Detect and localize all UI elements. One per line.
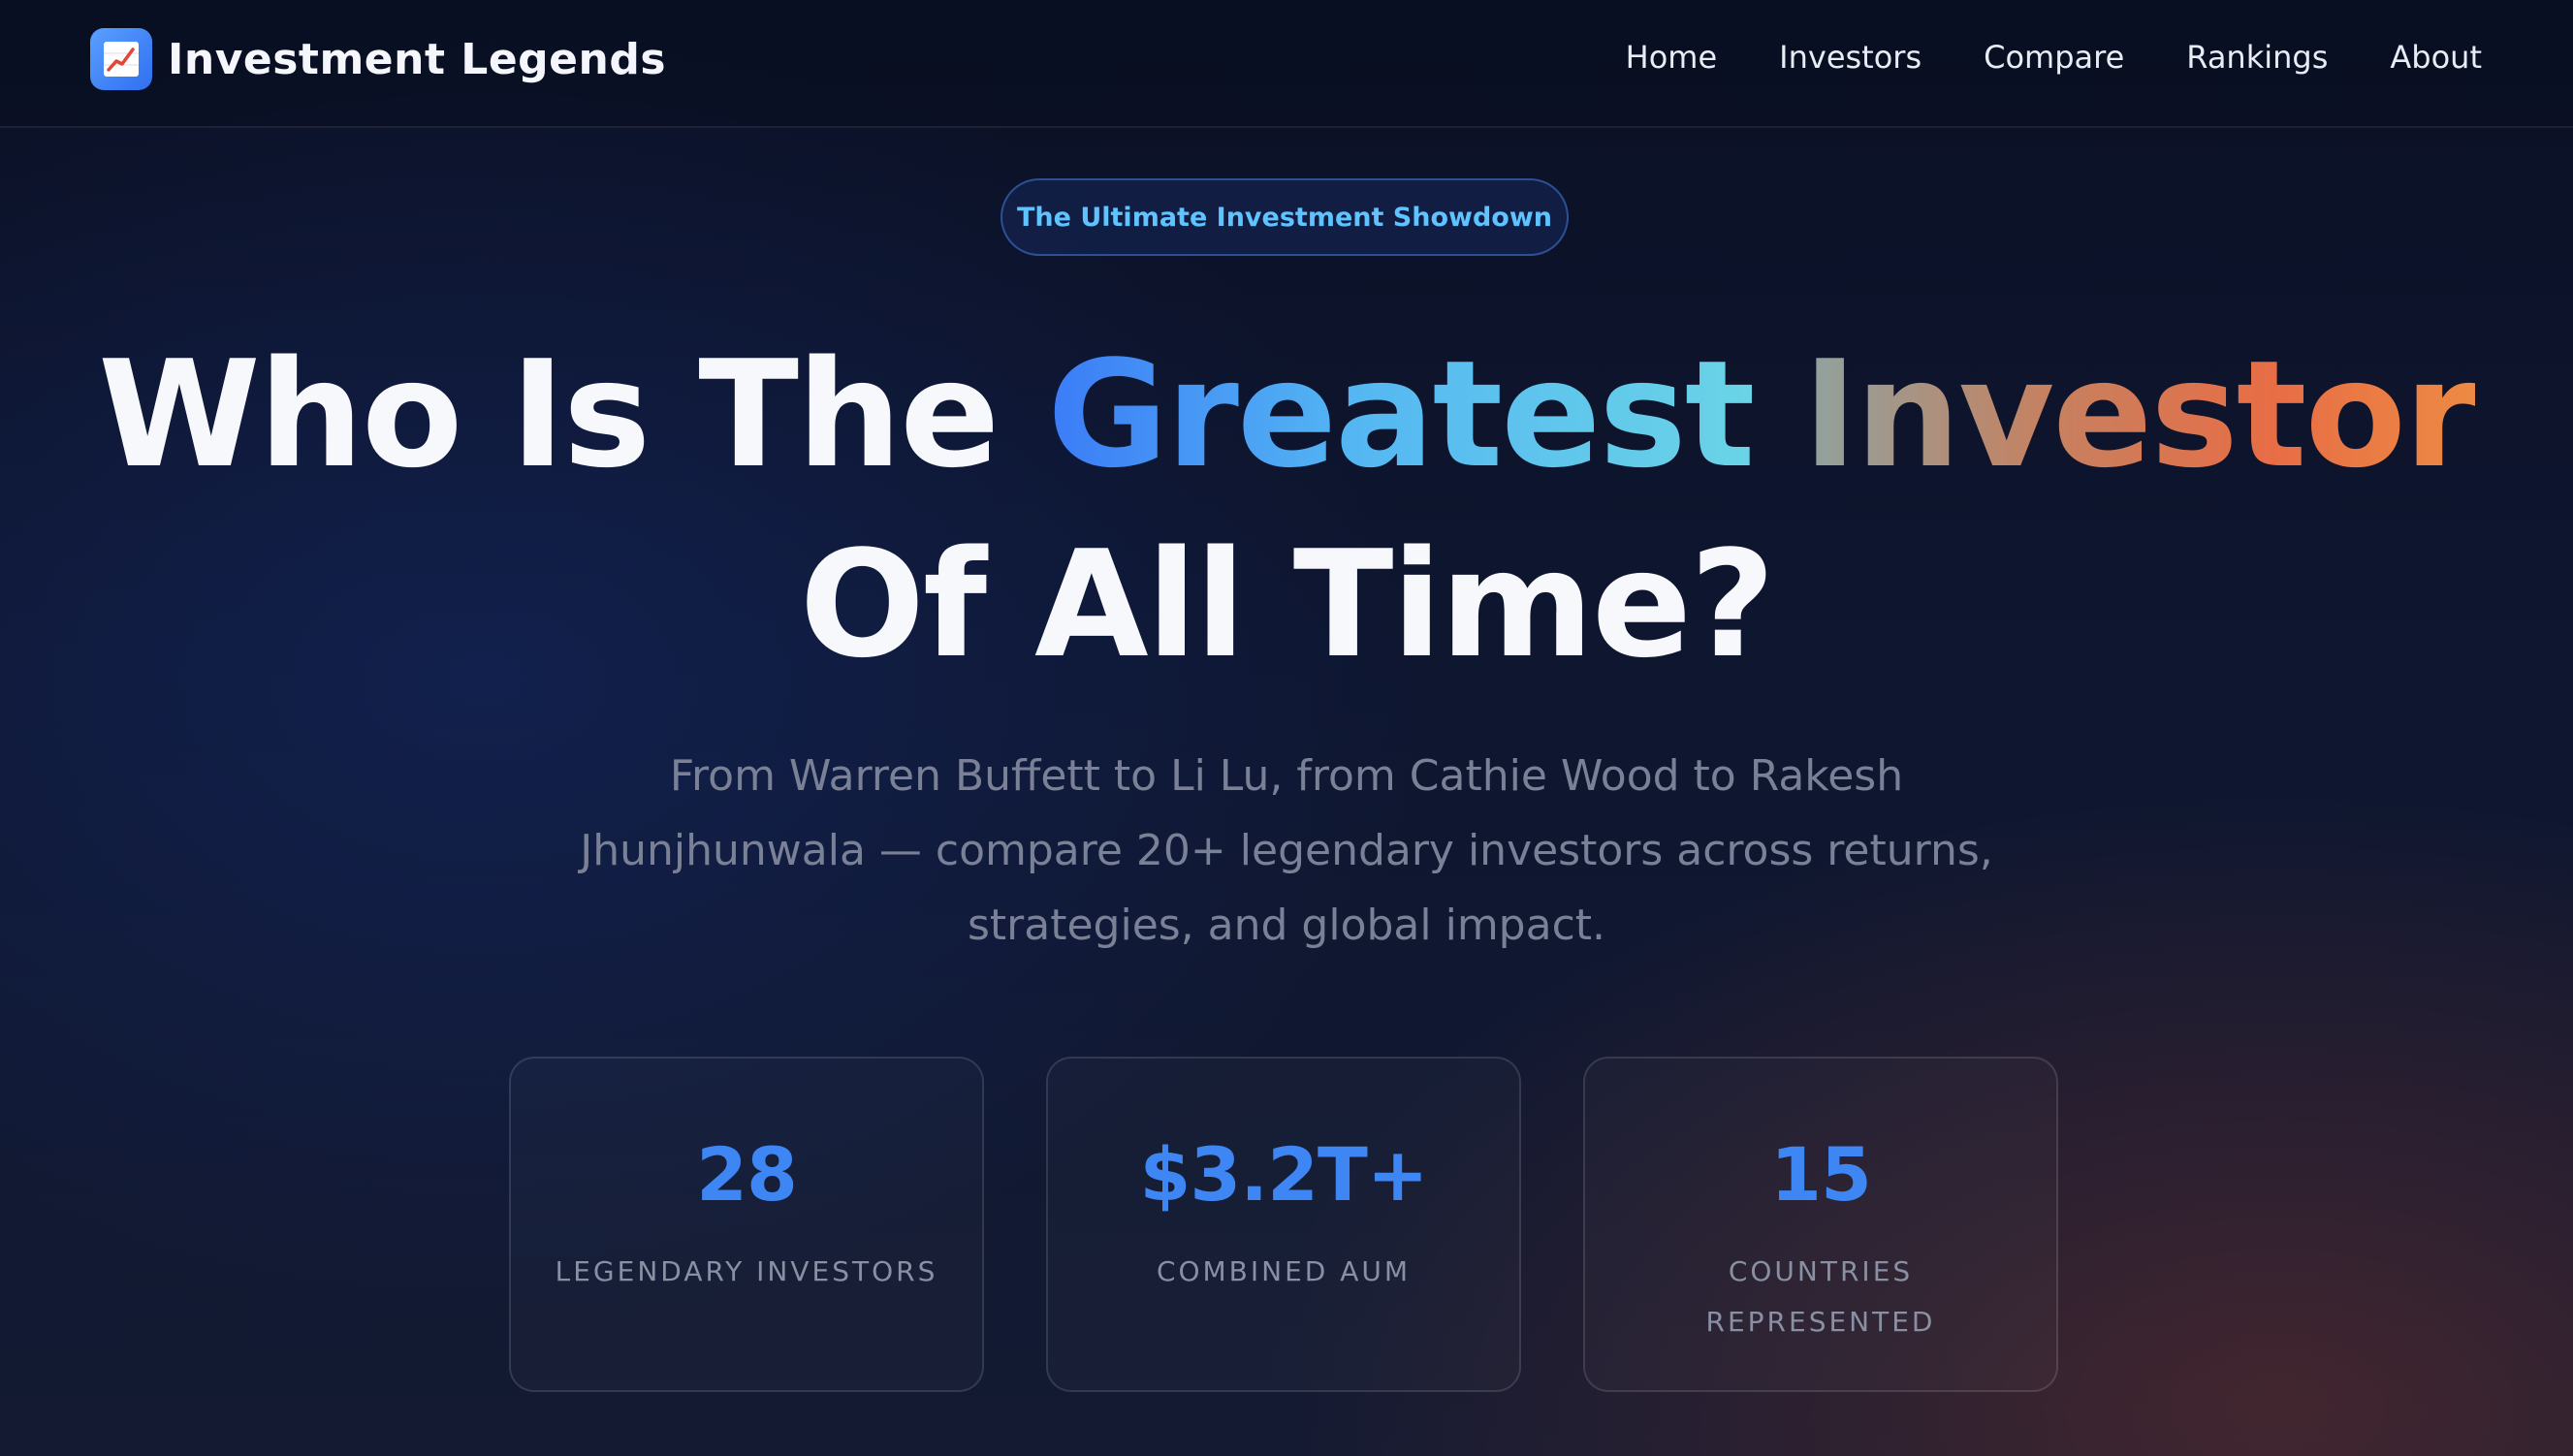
hero-badge-label: The Ultimate Investment Showdown — [1017, 202, 1552, 233]
brand-name: Investment Legends — [168, 34, 667, 84]
stats-row: 28 LEGENDARY INVESTORS $3.2T+ COMBINED A… — [509, 1057, 2058, 1392]
brand[interactable]: Investment Legends — [90, 28, 666, 90]
hero-headline: Who Is The Greatest Investor Of All Time… — [0, 320, 2573, 700]
stat-card-countries: 15 COUNTRIES REPRESENTED — [1583, 1057, 2058, 1392]
headline-part-1: Who Is The — [98, 329, 1048, 500]
stat-label: LEGENDARY INVESTORS — [555, 1255, 938, 1287]
headline-highlight-greatest: Greatest — [1047, 329, 1755, 500]
headline-line-2: Of All Time? — [799, 519, 1775, 690]
stat-value: 15 — [1770, 1131, 1872, 1218]
nav-link-about[interactable]: About — [2390, 39, 2482, 76]
headline-line-1: Who Is The Greatest Investor — [0, 320, 2573, 510]
nav-link-home[interactable]: Home — [1626, 39, 1718, 76]
nav-link-rankings[interactable]: Rankings — [2186, 39, 2328, 76]
chart-increasing-icon — [90, 28, 152, 90]
nav-link-investors[interactable]: Investors — [1779, 39, 1922, 76]
hero-badge: The Ultimate Investment Showdown — [1001, 178, 1569, 256]
stat-value: 28 — [696, 1131, 798, 1218]
stat-label: COUNTRIES REPRESENTED — [1705, 1255, 1936, 1338]
stat-card-investors: 28 LEGENDARY INVESTORS — [509, 1057, 984, 1392]
stat-value: $3.2T+ — [1139, 1131, 1428, 1218]
nav-link-compare[interactable]: Compare — [1984, 39, 2124, 76]
stat-card-aum: $3.2T+ COMBINED AUM — [1046, 1057, 1521, 1392]
headline-space — [1753, 329, 1802, 500]
stat-label: COMBINED AUM — [1156, 1255, 1412, 1287]
hero-subtitle: From Warren Buffett to Li Lu, from Cathi… — [580, 751, 1993, 950]
top-navbar: Investment Legends Home Investors Compar… — [0, 0, 2573, 128]
main-nav: Home Investors Compare Rankings About — [1626, 39, 2482, 76]
headline-highlight-investor: Investor — [1802, 329, 2476, 500]
